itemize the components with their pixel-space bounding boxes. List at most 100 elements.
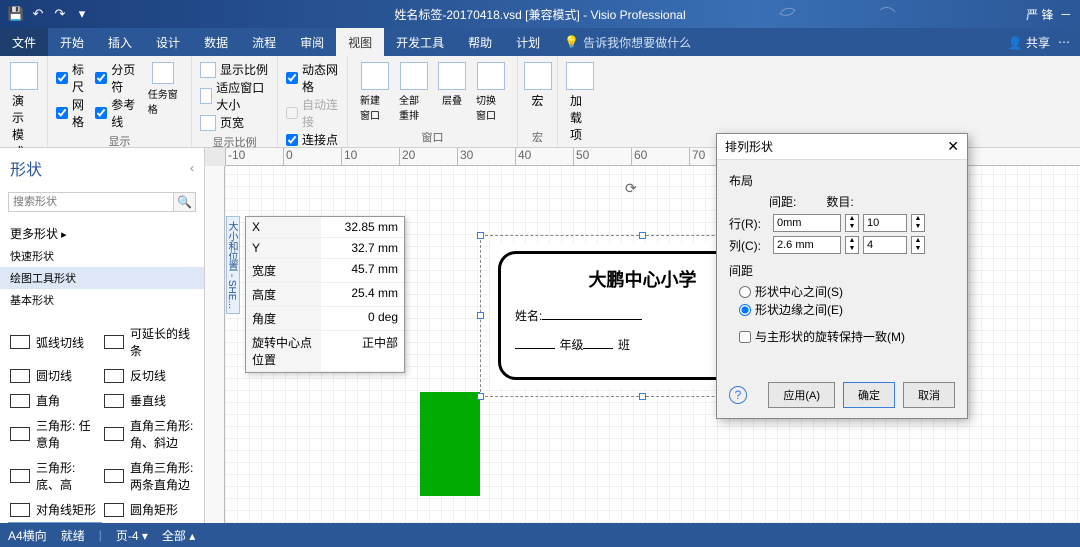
shape-item[interactable]: 对角线矩形 (8, 497, 102, 522)
prop-key: 旋转中心点位置 (246, 331, 321, 371)
apply-button[interactable]: 应用(A) (768, 382, 835, 408)
prop-value[interactable]: 32.7 mm (321, 238, 404, 258)
shape-item[interactable]: 直角三角形: 两条直角边 (102, 455, 196, 497)
keep-rotation-checkbox[interactable]: 与主形状的旋转保持一致(M) (739, 328, 955, 345)
col-count-input[interactable] (863, 236, 907, 254)
fit-window-button[interactable]: 适应窗口大小 (200, 79, 269, 113)
redo-icon[interactable]: ↷ (52, 6, 68, 22)
shape-item[interactable]: 弧线切线 (8, 321, 102, 363)
green-rectangle-shape[interactable] (420, 392, 480, 496)
prop-value[interactable]: 45.7 mm (321, 259, 404, 282)
save-icon[interactable]: 💾 (8, 6, 24, 22)
prop-key: 高度 (246, 283, 321, 306)
sheet-name[interactable]: A4横向 (8, 527, 47, 544)
ok-button[interactable]: 确定 (843, 382, 895, 408)
arrange-all-button[interactable]: 全部重排 (395, 60, 432, 124)
size-position-tab[interactable]: 大小和位置 - SHE... (226, 216, 240, 314)
shape-item[interactable]: 垂直线 (102, 388, 196, 413)
connection-points-checkbox[interactable]: 连接点 (286, 131, 339, 148)
row-count-spinner[interactable]: ▲▼ (911, 214, 925, 232)
dialog-close-icon[interactable]: ✕ (947, 138, 959, 155)
dialog-title: 排列形状 (725, 138, 773, 155)
guides-checkbox[interactable]: 参考线 (95, 96, 136, 130)
autoconnect-checkbox[interactable]: 自动连接 (286, 96, 339, 130)
zoom-all[interactable]: 全部 ▴ (162, 527, 195, 544)
col-spacing-input[interactable] (773, 236, 841, 254)
edge-spacing-radio[interactable]: 形状边缘之间(E) (739, 301, 955, 318)
cascade-button[interactable]: 层叠 (434, 60, 470, 124)
shape-item[interactable]: 直角 (8, 388, 102, 413)
col-spacing-spinner[interactable]: ▲▼ (845, 236, 859, 254)
task-panes-button[interactable]: 任务窗格 (144, 60, 183, 131)
tab-home[interactable]: 开始 (48, 28, 96, 56)
tell-me[interactable]: 💡告诉我你想要做什么 (552, 28, 703, 56)
page-indicator[interactable]: 页-4 ▾ (116, 527, 148, 544)
presentation-mode-button[interactable]: 演示模式 (8, 60, 39, 162)
quick-shapes-item[interactable]: 快速形状 (0, 245, 204, 267)
tab-plan[interactable]: 计划 (504, 28, 552, 56)
tab-design[interactable]: 设计 (144, 28, 192, 56)
shape-item[interactable]: 直角三角形: 角、斜边 (102, 413, 196, 455)
shape-item[interactable]: 圆角矩形 (102, 497, 196, 522)
rotation-handle-icon[interactable]: ⟳ (625, 180, 637, 197)
tab-file[interactable]: 文件 (0, 28, 48, 56)
shape-item[interactable]: 可延长的线条 (102, 321, 196, 363)
addins-button[interactable]: 加载项 (566, 60, 594, 145)
dynamic-grid-checkbox[interactable]: 动态网格 (286, 61, 339, 95)
shape-icon (104, 503, 124, 517)
tab-process[interactable]: 流程 (240, 28, 288, 56)
zoom-button[interactable]: 显示比例 (200, 61, 269, 78)
search-button[interactable]: 🔍 (174, 192, 196, 212)
pagebreak-checkbox[interactable]: 分页符 (95, 61, 136, 95)
share-button[interactable]: 👤 共享 (1008, 34, 1050, 51)
new-window-button[interactable]: 新建窗口 (356, 60, 393, 124)
tab-review[interactable]: 审阅 (288, 28, 336, 56)
tab-view[interactable]: 视图 (336, 28, 384, 56)
shape-icon (10, 469, 30, 483)
size-position-panel[interactable]: X32.85 mmY32.7 mm宽度45.7 mm高度25.4 mm角度0 d… (245, 216, 405, 373)
ribbon-tabs: 文件 开始 插入 设计 数据 流程 审阅 视图 开发工具 帮助 计划 💡告诉我你… (0, 28, 1080, 56)
more-shapes-item[interactable]: 更多形状 ▸ (0, 222, 204, 245)
addins-icon (566, 62, 594, 90)
help-icon[interactable]: ? (729, 386, 747, 404)
drawing-tools-item[interactable]: 绘图工具形状 (0, 267, 204, 289)
pagewidth-icon (200, 115, 216, 131)
search-shapes-input[interactable] (8, 192, 174, 212)
shape-icon (10, 503, 30, 517)
prop-value[interactable]: 25.4 mm (321, 283, 404, 306)
row-count-input[interactable] (863, 214, 907, 232)
row-spacing-spinner[interactable]: ▲▼ (845, 214, 859, 232)
shape-item[interactable]: 三角形: 任意角 (8, 413, 102, 455)
prop-value[interactable]: 0 deg (321, 307, 404, 330)
ruler-checkbox[interactable]: 标尺 (56, 61, 87, 95)
grid-checkbox[interactable]: 网格 (56, 96, 87, 130)
collapse-ribbon-icon[interactable]: ⋯ (1058, 35, 1070, 49)
prop-value[interactable]: 正中部 (321, 331, 404, 371)
cancel-button[interactable]: 取消 (903, 382, 955, 408)
page-width-button[interactable]: 页宽 (200, 114, 269, 131)
center-spacing-radio[interactable]: 形状中心之间(S) (739, 283, 955, 300)
prop-key: 宽度 (246, 259, 321, 282)
user-name[interactable]: 严 锋 (1026, 6, 1053, 23)
tab-insert[interactable]: 插入 (96, 28, 144, 56)
basic-shapes-item[interactable]: 基本形状 (0, 289, 204, 311)
shape-item[interactable]: 圆切线 (8, 363, 102, 388)
tab-developer[interactable]: 开发工具 (384, 28, 456, 56)
count-header: 数目: (826, 193, 853, 210)
row-spacing-input[interactable] (773, 214, 841, 232)
macro-icon (524, 62, 552, 90)
shape-item[interactable]: 反切线 (102, 363, 196, 388)
tab-help[interactable]: 帮助 (456, 28, 504, 56)
user-area: 严 锋 ─ (1026, 6, 1080, 23)
qat-more-icon[interactable]: ▾ (74, 6, 90, 22)
window-minimize-icon[interactable]: ─ (1061, 7, 1070, 21)
col-count-spinner[interactable]: ▲▼ (911, 236, 925, 254)
tab-data[interactable]: 数据 (192, 28, 240, 56)
pane-collapse-icon[interactable]: ‹ (190, 161, 194, 175)
macros-button[interactable]: 宏 (526, 60, 549, 111)
undo-icon[interactable]: ↶ (30, 6, 46, 22)
shape-item[interactable]: 三角形: 底、高 (8, 455, 102, 497)
shape-icon (104, 427, 124, 441)
switch-window-button[interactable]: 切换窗口 (472, 60, 509, 124)
prop-value[interactable]: 32.85 mm (321, 217, 404, 237)
